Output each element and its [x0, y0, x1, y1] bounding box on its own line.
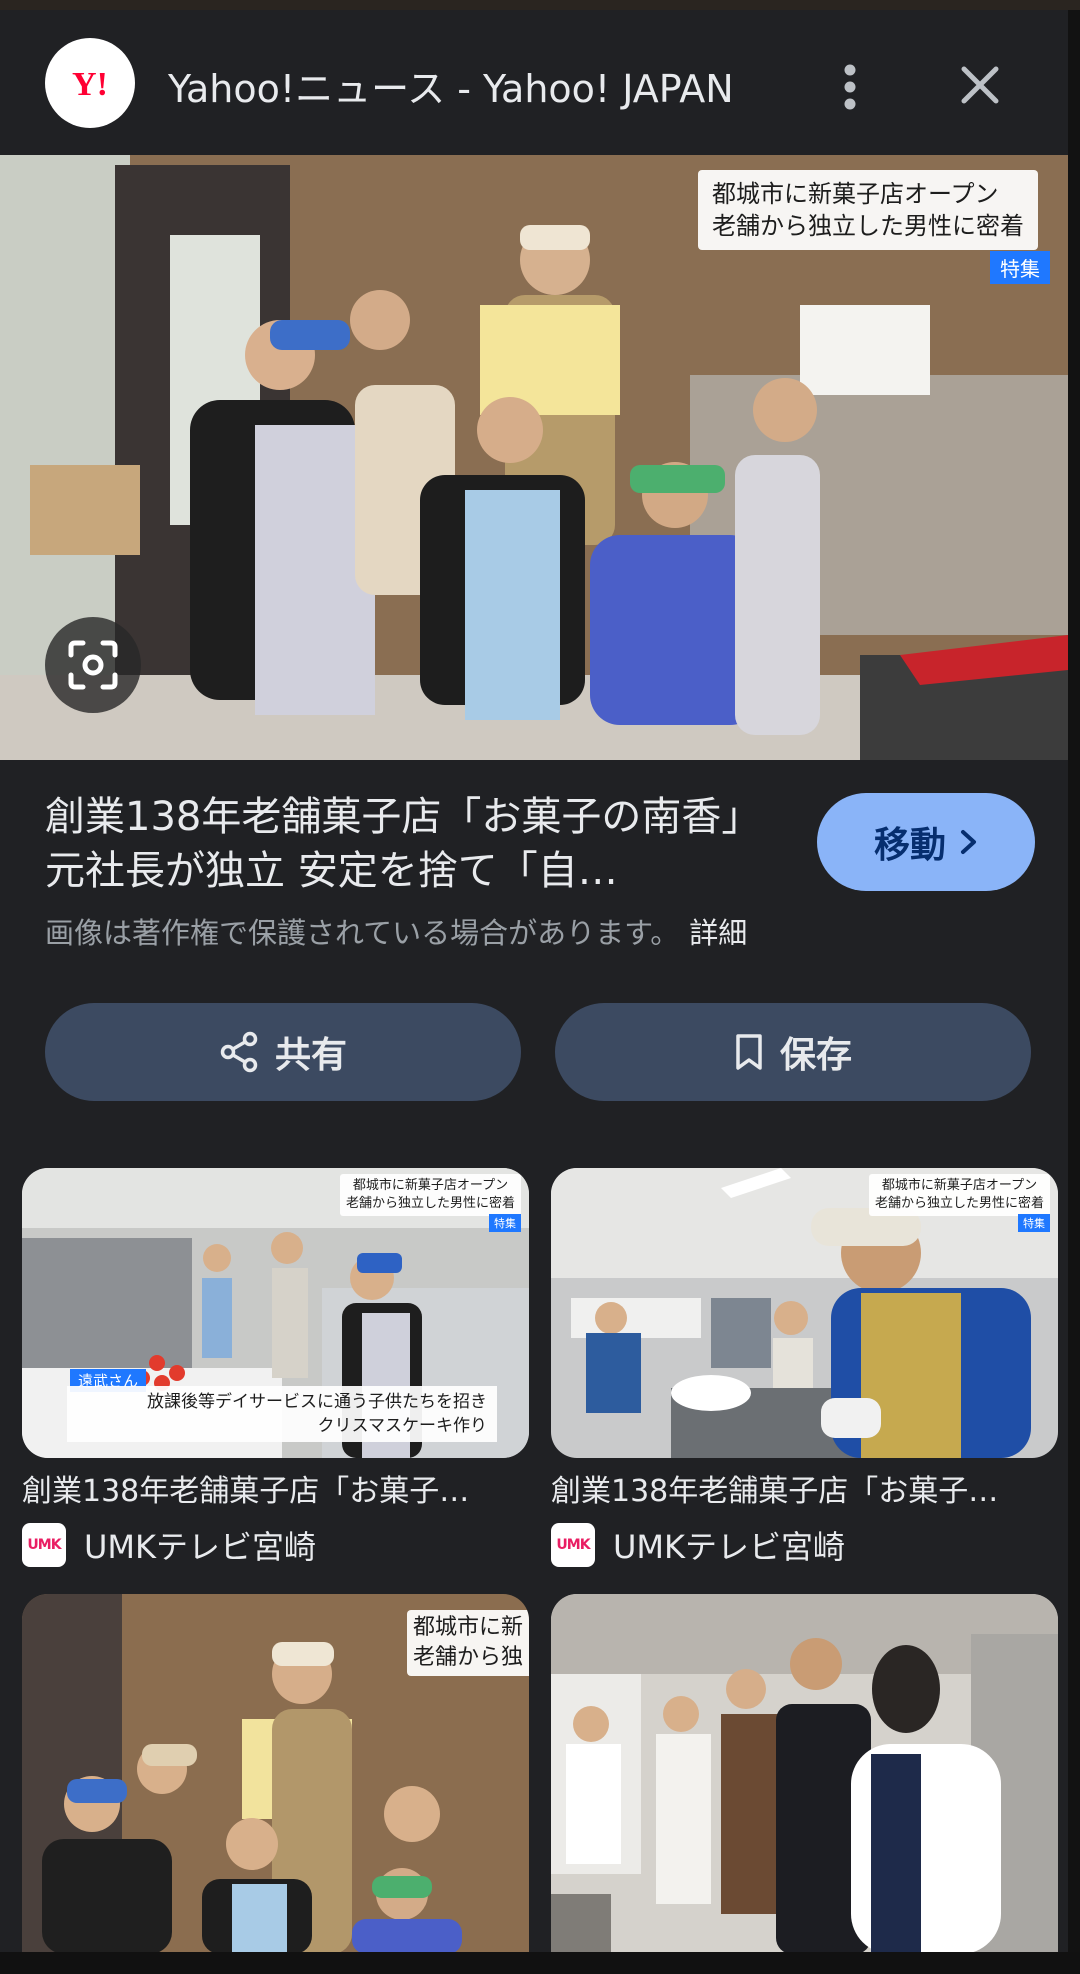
- visit-label: 移動: [873, 825, 946, 866]
- yahoo-logo-icon: Y!: [72, 66, 108, 103]
- lens-search-button[interactable]: [45, 617, 141, 713]
- related-thumbnail-3[interactable]: 都城市に新 老舗から独: [22, 1594, 529, 1954]
- related-result-2[interactable]: 都城市に新菓子店オープン 老舗から独立した男性に密着 特集 創業138年老舗菓子…: [551, 1168, 1058, 1568]
- yahoo-logo[interactable]: Y!: [45, 38, 135, 128]
- related-caption-2-line2: 老舗から独立した男性に密着: [874, 1196, 1044, 1211]
- source-site-title[interactable]: Yahoo!ニュース - Yahoo! JAPAN: [168, 58, 734, 113]
- related-lower-caption-1: 放課後等デイサービスに通う子供たちを招き クリスマスケーキ作り: [67, 1386, 497, 1442]
- related-thumbnail-4[interactable]: [551, 1594, 1058, 1954]
- umk-source-icon: UMK: [22, 1523, 66, 1567]
- related-source-name-1: UMKテレビ宮崎: [84, 1528, 317, 1566]
- related-tag-1: 特集: [489, 1214, 521, 1232]
- related-title-1[interactable]: 創業138年老舗菓子店「お菓子…: [22, 1466, 522, 1510]
- status-strip: [0, 0, 1080, 10]
- related-thumbnail-1[interactable]: 都城市に新菓子店オープン 老舗から独立した男性に密着 特集 遠武さん 放課後等デ…: [22, 1168, 529, 1458]
- related-result-1[interactable]: 都城市に新菓子店オープン 老舗から独立した男性に密着 特集 遠武さん 放課後等デ…: [22, 1168, 529, 1568]
- hero-caption-line1: 都城市に新菓子店オープン: [712, 180, 999, 208]
- related-title-2[interactable]: 創業138年老舗菓子店「お菓子…: [551, 1466, 1051, 1510]
- share-button[interactable]: 共有: [45, 1003, 521, 1101]
- scroll-edge: [1068, 10, 1080, 1974]
- related-tag-2: 特集: [1018, 1214, 1050, 1232]
- hero-image[interactable]: 都城市に新菓子店オープン 老舗から独立した男性に密着 特集: [0, 155, 1068, 760]
- article-title[interactable]: 創業138年老舗菓子店「お菓子の南香」元社長が独立 安定を捨て「自…: [45, 790, 775, 898]
- hero-caption-tag: 特集: [990, 251, 1050, 284]
- lens-icon: [68, 640, 118, 690]
- bottom-nav-strip: [0, 1952, 1080, 1974]
- save-label: 保存: [779, 1035, 852, 1076]
- related-result-4[interactable]: [551, 1594, 1058, 1954]
- related-result-3[interactable]: 都城市に新 老舗から独: [22, 1594, 529, 1954]
- viewer-header: Y! Yahoo!ニュース - Yahoo! JAPAN: [0, 10, 1080, 155]
- related-source-name-2: UMKテレビ宮崎: [613, 1528, 846, 1566]
- related-caption-2: 都城市に新菓子店オープン 老舗から独立した男性に密着: [868, 1174, 1050, 1216]
- close-icon[interactable]: [950, 55, 1010, 115]
- related-caption-1-line1: 都城市に新菓子店オープン: [352, 1178, 509, 1193]
- umk-source-icon: UMK: [551, 1523, 595, 1567]
- related-caption-3-line2: 老舗から独: [412, 1645, 523, 1670]
- article-title-area: 創業138年老舗菓子店「お菓子の南香」元社長が独立 安定を捨て「自…: [45, 790, 775, 898]
- hero-caption-line2: 老舗から独立した男性に密着: [712, 212, 1024, 240]
- related-caption-1-line2: 老舗から独立した男性に密着: [345, 1196, 515, 1211]
- related-caption-2-line1: 都城市に新菓子店オープン: [881, 1178, 1038, 1193]
- copyright-text: 画像は著作権で保護されている場合があります。: [45, 916, 680, 950]
- related-lower-caption-1-line1: 放課後等デイサービスに通う子供たちを招き: [147, 1392, 487, 1412]
- related-photo-4: [551, 1594, 1058, 1954]
- bookmark-icon: [736, 1034, 762, 1070]
- visit-button[interactable]: 移動: [817, 793, 1035, 891]
- svg-text:Y!: Y!: [72, 66, 108, 103]
- share-label: 共有: [274, 1035, 347, 1076]
- save-button[interactable]: 保存: [555, 1003, 1031, 1101]
- related-caption-3: 都城市に新 老舗から独: [406, 1610, 529, 1676]
- share-icon: [220, 1031, 258, 1073]
- more-vert-icon[interactable]: [820, 52, 880, 122]
- detail-link[interactable]: 詳細: [689, 916, 747, 950]
- chevron-right-icon: [961, 830, 976, 854]
- hero-caption: 都城市に新菓子店オープン 老舗から独立した男性に密着: [698, 170, 1038, 250]
- related-lower-caption-1-line2: クリスマスケーキ作り: [317, 1416, 488, 1436]
- copyright-notice: 画像は著作権で保護されている場合があります。 詳細: [45, 910, 747, 952]
- related-source-2: UMK UMKテレビ宮崎: [551, 1522, 1058, 1568]
- related-caption-3-line1: 都城市に新: [412, 1615, 523, 1640]
- related-caption-1: 都城市に新菓子店オープン 老舗から独立した男性に密着: [339, 1174, 521, 1216]
- related-source-1: UMK UMKテレビ宮崎: [22, 1522, 529, 1568]
- related-thumbnail-2[interactable]: 都城市に新菓子店オープン 老舗から独立した男性に密着 特集: [551, 1168, 1058, 1458]
